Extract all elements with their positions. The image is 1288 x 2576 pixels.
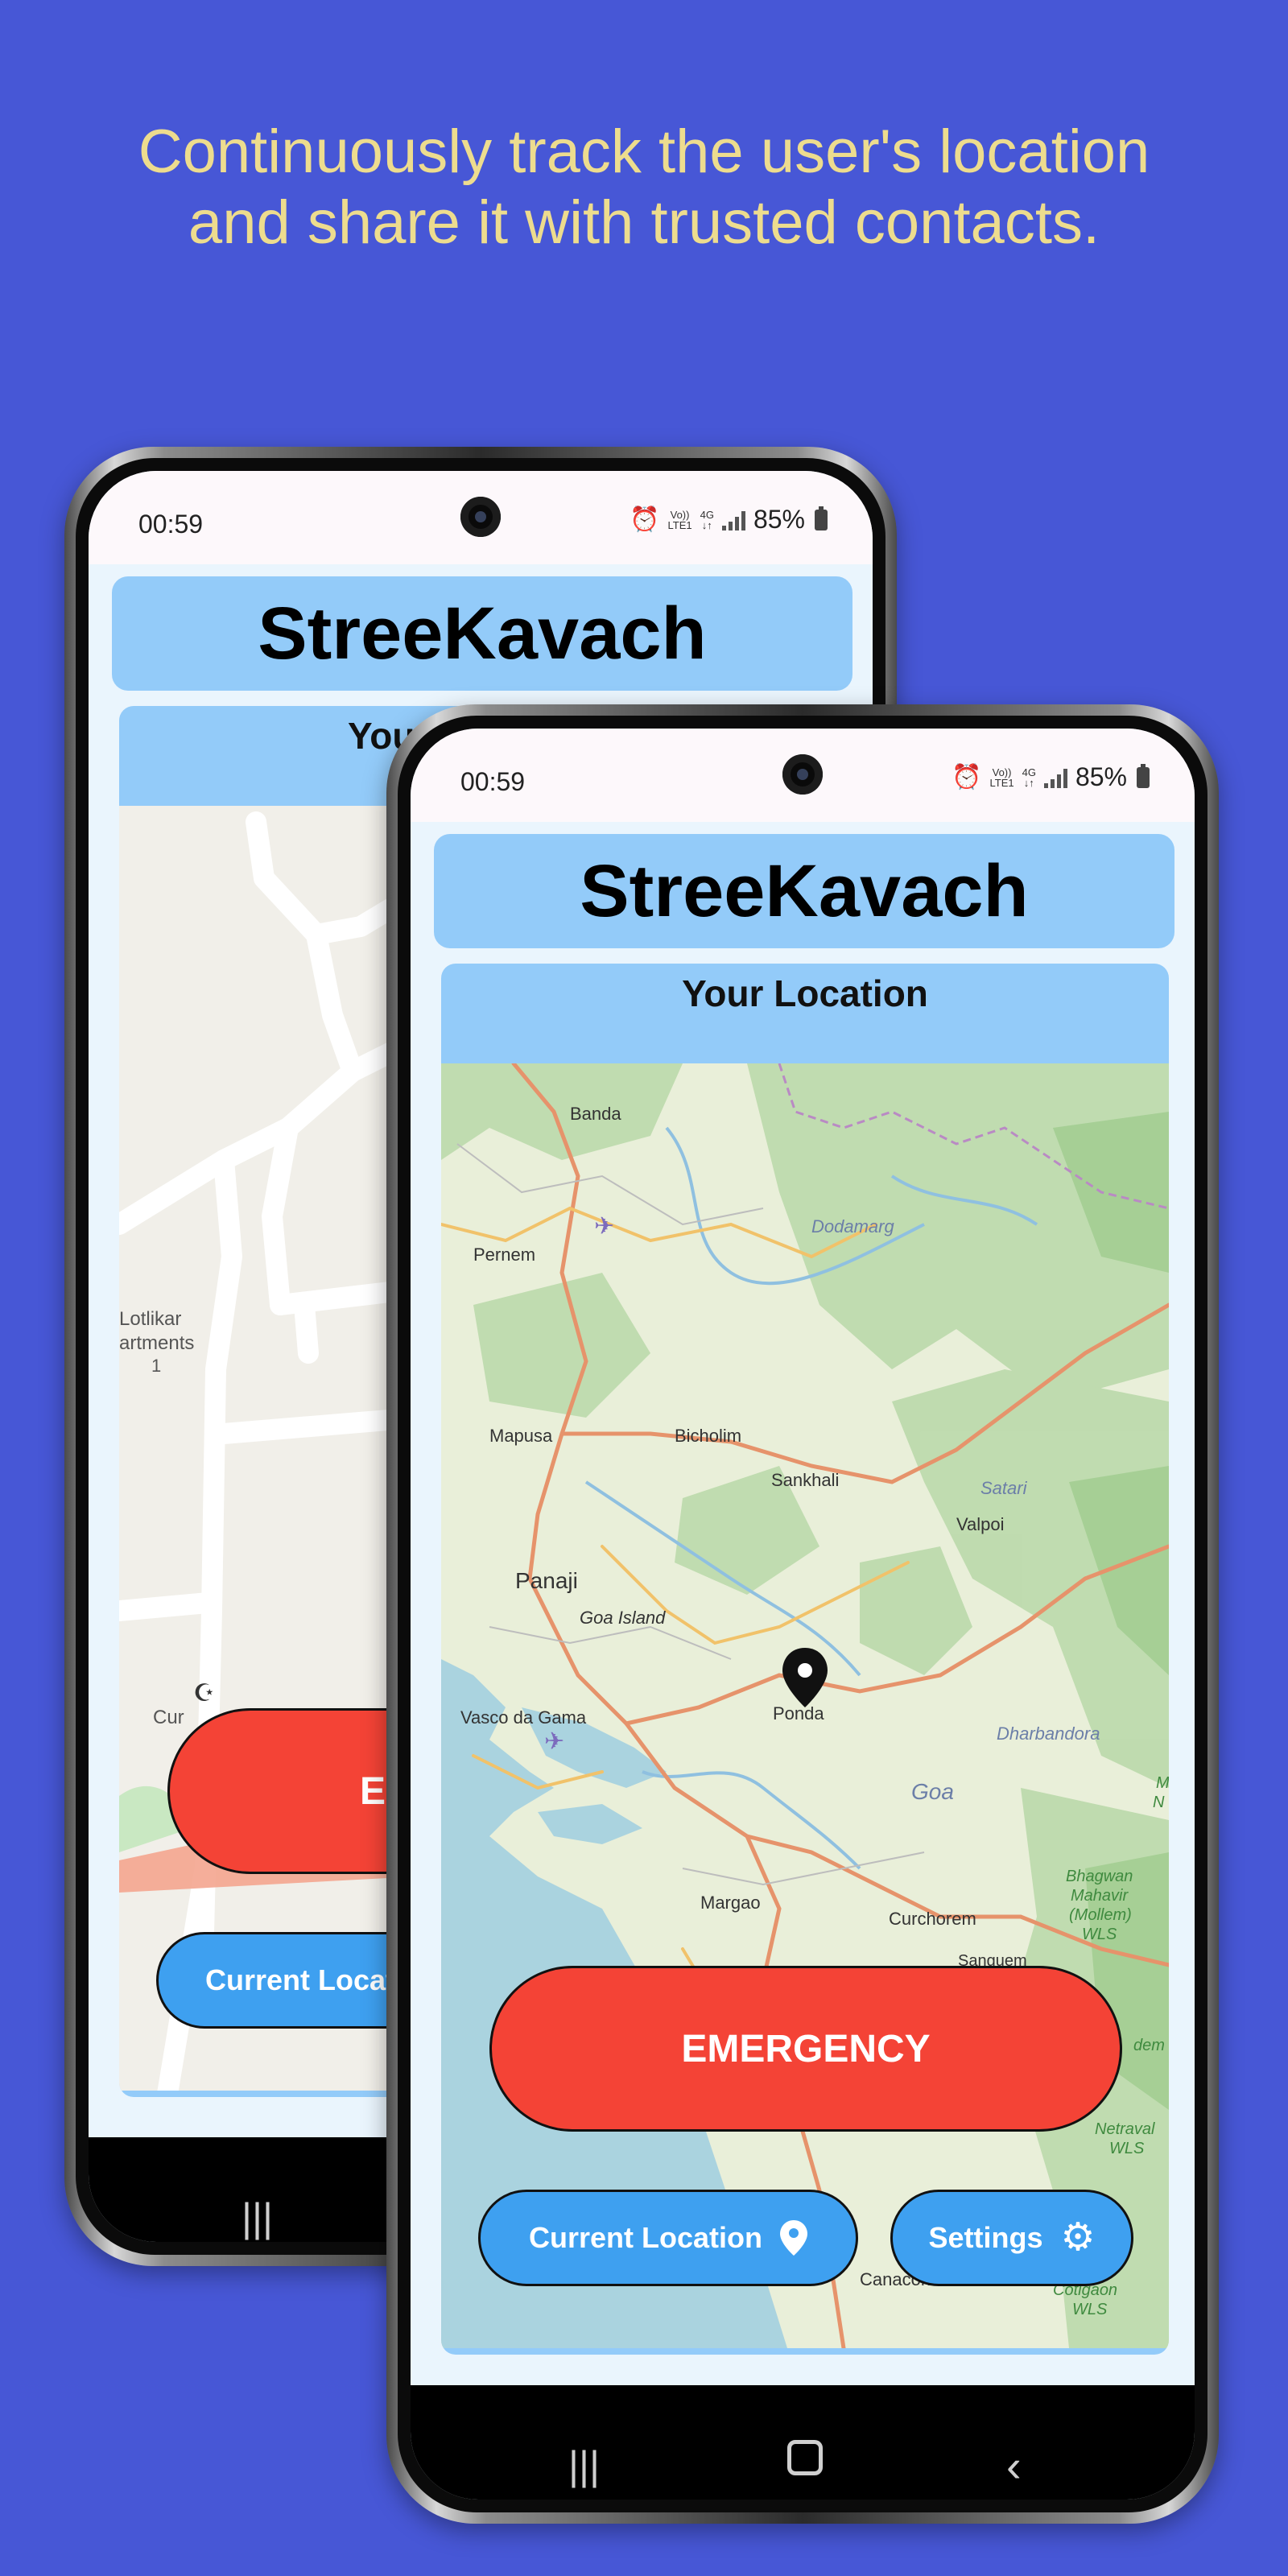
- map-label-bhagwan-1: Bhagwan: [1066, 1868, 1133, 1885]
- battery-percent: 85%: [1075, 762, 1127, 791]
- navigation-bar: ||| ‹: [411, 2385, 1195, 2500]
- signal-icon: [1043, 767, 1067, 788]
- current-location-button[interactable]: Current Location: [478, 2190, 858, 2286]
- settings-button[interactable]: Settings ⚙: [890, 2190, 1133, 2286]
- location-pin-icon: [780, 2220, 807, 2256]
- mosque-icon: ☪: [193, 1680, 215, 1707]
- headline: Continuously track the user's location a…: [138, 118, 1150, 257]
- map-card-title: Your Location: [682, 972, 928, 1014]
- map-label-partial: Cur: [153, 1707, 184, 1728]
- recent-apps-icon[interactable]: |||: [568, 2442, 600, 2489]
- airport-icon: ✈: [594, 1213, 614, 1240]
- map-label-pernem: Pernem: [473, 1245, 535, 1265]
- map-label-curchorem: Curchorem: [889, 1909, 976, 1929]
- map-label-dharbandora: Dharbandora: [997, 1724, 1100, 1744]
- map-label-mapusa: Mapusa: [489, 1426, 553, 1446]
- battery-percent: 85%: [753, 505, 805, 534]
- map-label-bhagwan-4: WLS: [1082, 1926, 1117, 1943]
- status-bar: 00:59 ⏰ Vo)) LTE1 4G ↓↑ 85%: [411, 729, 1195, 822]
- signal-icon: [721, 510, 745, 530]
- map-label-banda: Banda: [570, 1104, 621, 1124]
- home-icon[interactable]: [787, 2440, 823, 2475]
- map-label-partial-m: M: [1156, 1774, 1169, 1792]
- front-camera: [460, 497, 501, 537]
- battery-icon: [815, 506, 828, 530]
- map-label-lotlikar: Lotlikar: [119, 1308, 181, 1330]
- map-label-netravali-2: WLS: [1109, 2140, 1145, 2157]
- front-phone-frame: 00:59 ⏰ Vo)) LTE1 4G ↓↑ 85% StreeKavach Yo…: [386, 704, 1219, 2524]
- map-label-sankhali: Sankhali: [771, 1470, 839, 1490]
- status-time: 00:59: [460, 767, 526, 796]
- map-label-goa-island: Goa Island: [580, 1608, 666, 1628]
- network-4g-icon: 4G ↓↑: [1022, 766, 1036, 789]
- map-label-margao: Margao: [700, 1893, 761, 1913]
- front-camera: [782, 754, 823, 795]
- back-icon[interactable]: ‹: [1006, 2440, 1022, 2492]
- map-label-partial-n: N: [1153, 1794, 1165, 1811]
- map-label-netravali-1: Netraval: [1095, 2120, 1155, 2138]
- alarm-icon: ⏰: [952, 764, 982, 791]
- map-label-partial-dem: dem: [1133, 2037, 1165, 2054]
- map-label-vasco: Vasco da Gama: [460, 1707, 587, 1728]
- map-label-bicholim: Bicholim: [675, 1426, 741, 1446]
- region-map[interactable]: Banda Dodamarg Pernem Mapusa Bicholim Sa…: [441, 1063, 1169, 2348]
- map-label-valpoi: Valpoi: [956, 1514, 1005, 1534]
- recent-apps-icon[interactable]: |||: [242, 2194, 273, 2241]
- map-card: Your Location Banda Dodamarg Pernem Mapu…: [441, 964, 1169, 2355]
- app-title: StreeKavach: [112, 576, 852, 691]
- region-map-graphic: Banda Dodamarg Pernem Mapusa Bicholim Sa…: [441, 1063, 1169, 2348]
- map-label-dodamarg: Dodamarg: [811, 1216, 894, 1236]
- status-icons: ⏰ Vo)) LTE1 4G ↓↑ 85%: [952, 762, 1150, 792]
- gear-icon: ⚙: [1060, 2216, 1096, 2259]
- map-label-goa: Goa: [911, 1779, 954, 1804]
- map-label-panaji: Panaji: [515, 1568, 578, 1593]
- status-icons: ⏰ Vo)) LTE1 4G ↓↑ 85%: [630, 505, 828, 535]
- alarm-icon: ⏰: [630, 506, 660, 533]
- map-label-cotigao-2: WLS: [1072, 2301, 1108, 2318]
- status-bar: 00:59 ⏰ Vo)) LTE1 4G ↓↑ 85%: [89, 471, 873, 564]
- battery-icon: [1137, 763, 1150, 788]
- volte-icon: Vo)) LTE1: [989, 766, 1014, 789]
- airport-icon: ✈: [544, 1728, 564, 1755]
- status-time: 00:59: [138, 510, 204, 539]
- emergency-button[interactable]: EMERGENCY: [489, 1966, 1122, 2132]
- volte-icon: Vo)) LTE1: [667, 508, 692, 531]
- front-phone-screen: 00:59 ⏰ Vo)) LTE1 4G ↓↑ 85% StreeKavach Yo…: [411, 729, 1195, 2500]
- map-label-satari: Satari: [980, 1478, 1028, 1498]
- network-4g-icon: 4G ↓↑: [700, 508, 714, 531]
- map-label-apartments-num: 1: [151, 1356, 161, 1376]
- map-label-bhagwan-2: Mahavir: [1071, 1887, 1129, 1905]
- app-title: StreeKavach: [434, 834, 1174, 948]
- map-label-bhagwan-3: (Mollem): [1069, 1906, 1132, 1924]
- map-label-apartments: artments: [119, 1332, 194, 1354]
- map-label-ponda: Ponda: [773, 1703, 824, 1724]
